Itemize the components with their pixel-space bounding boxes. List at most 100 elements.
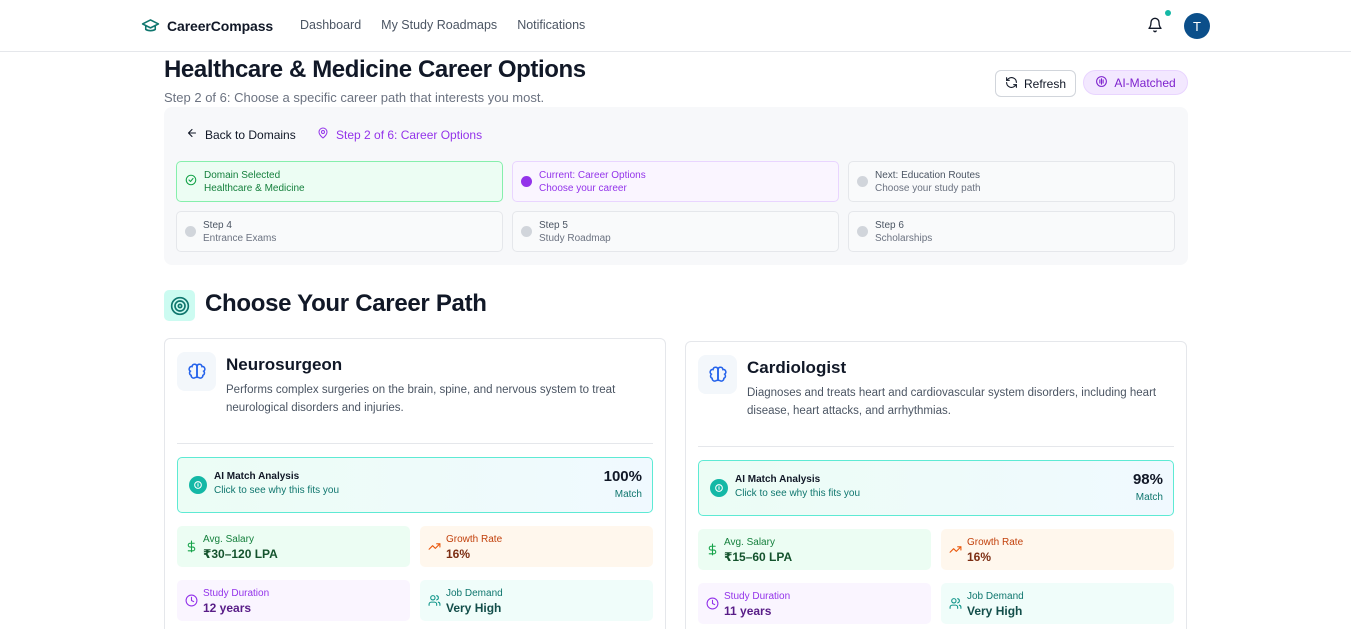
- career-title: Cardiologist: [747, 358, 847, 377]
- brand-logo[interactable]: CareerCompass: [141, 16, 273, 35]
- users-icon: [428, 594, 441, 607]
- match-label: Match: [1135, 492, 1163, 503]
- target-icon: [164, 290, 195, 321]
- salary-label: Avg. Salary: [203, 534, 254, 545]
- step-subtitle: Choose your career: [539, 182, 627, 194]
- dollar-icon: [706, 543, 719, 556]
- nav-link-notifications[interactable]: Notifications: [517, 18, 585, 32]
- step-title: Step 6: [875, 219, 904, 231]
- ai-brain-icon: [189, 476, 207, 494]
- ai-match-title: AI Match Analysis: [735, 474, 821, 485]
- step-title: Step 4: [203, 219, 232, 231]
- salary-value: ₹30–120 LPA: [203, 547, 278, 561]
- step-subtitle: Choose your study path: [875, 182, 981, 194]
- check-circle-icon: [185, 173, 197, 191]
- career-card-neurosurgeon[interactable]: Neurosurgeon Performs complex surgeries …: [164, 338, 666, 629]
- duration-value: 11 years: [724, 604, 772, 618]
- growth-label: Growth Rate: [967, 537, 1024, 548]
- trending-up-icon: [428, 540, 441, 553]
- career-description: Performs complex surgeries on the brain,…: [226, 384, 616, 414]
- demand-value: Very High: [446, 601, 502, 615]
- section-title: Choose Your Career Path: [205, 290, 487, 317]
- ai-match-subtitle: Click to see why this fits you: [214, 485, 340, 496]
- clock-icon: [706, 597, 719, 610]
- duration-label: Study Duration: [203, 588, 270, 599]
- ai-match-analysis[interactable]: AI Match Analysis Click to see why this …: [698, 460, 1174, 516]
- refresh-icon: [1005, 76, 1018, 92]
- step-subtitle: Entrance Exams: [203, 232, 277, 244]
- refresh-label: Refresh: [1023, 76, 1067, 91]
- duration-value: 12 years: [203, 601, 252, 615]
- stat-growth: Growth Rate 16%: [420, 526, 653, 567]
- growth-value: 16%: [446, 547, 471, 561]
- stat-growth: Growth Rate 16%: [941, 529, 1174, 570]
- step-subtitle: Scholarships: [875, 232, 933, 244]
- growth-value: 16%: [967, 550, 992, 564]
- clock-icon: [185, 594, 198, 607]
- current-step-indicator: Step 2 of 6: Career Options: [317, 127, 482, 142]
- stat-salary: Avg. Salary ₹30–120 LPA: [177, 526, 410, 567]
- ai-matched-badge: AI-Matched: [1083, 70, 1188, 95]
- current-step-label: Step 2 of 6: Career Options: [336, 127, 483, 142]
- salary-value: ₹15–60 LPA: [724, 550, 793, 564]
- graduation-cap-icon: [141, 16, 160, 35]
- bell-icon[interactable]: [1147, 17, 1163, 33]
- demand-value: Very High: [967, 604, 1023, 618]
- ai-match-subtitle: Click to see why this fits you: [735, 488, 861, 499]
- step-dot: [857, 226, 868, 237]
- users-icon: [949, 597, 962, 610]
- step-card-6[interactable]: Step 6 Scholarships: [848, 211, 1175, 252]
- notification-dot: [1165, 10, 1171, 16]
- ai-match-analysis[interactable]: AI Match Analysis Click to see why this …: [177, 457, 653, 513]
- match-percent: 100%: [603, 468, 642, 485]
- career-description: Diagnoses and treats heart and cardiovas…: [747, 387, 1157, 417]
- step-subtitle: Study Roadmap: [539, 232, 611, 244]
- stat-duration: Study Duration 12 years: [177, 580, 410, 621]
- back-to-domains-link[interactable]: Back to Domains: [186, 127, 296, 142]
- stat-duration: Study Duration 11 years: [698, 583, 931, 624]
- step-card-3[interactable]: Next: Education Routes Choose your study…: [848, 161, 1175, 202]
- page-title: Healthcare & Medicine Career Options: [164, 56, 586, 83]
- step-card-1[interactable]: Domain Selected Healthcare & Medicine: [176, 161, 503, 202]
- current-step-dot: [521, 176, 532, 187]
- brand-name: CareerCompass: [167, 17, 274, 34]
- map-pin-icon: [317, 127, 329, 142]
- nav-links: Dashboard My Study Roadmaps Notification…: [300, 18, 585, 32]
- match-label: Match: [614, 489, 642, 500]
- step-dot: [857, 176, 868, 187]
- demand-label: Job Demand: [446, 588, 503, 599]
- step-card-5[interactable]: Step 5 Study Roadmap: [512, 211, 839, 252]
- dollar-icon: [185, 540, 198, 553]
- step-title: Domain Selected: [204, 169, 281, 181]
- stat-demand: Job Demand Very High: [941, 583, 1174, 624]
- step-title: Step 5: [539, 219, 568, 231]
- demand-label: Job Demand: [967, 591, 1024, 602]
- step-title: Next: Education Routes: [875, 169, 981, 181]
- top-navbar: CareerCompass Dashboard My Study Roadmap…: [0, 0, 1351, 52]
- ai-match-title: AI Match Analysis: [214, 471, 300, 482]
- avatar[interactable]: T: [1184, 13, 1210, 39]
- stat-salary: Avg. Salary ₹15–60 LPA: [698, 529, 931, 570]
- match-percent: 98%: [1132, 471, 1163, 488]
- card-divider: [698, 446, 1174, 447]
- step-card-2[interactable]: Current: Career Options Choose your care…: [512, 161, 839, 202]
- back-to-domains-label: Back to Domains: [205, 127, 296, 142]
- stat-demand: Job Demand Very High: [420, 580, 653, 621]
- step-card-4[interactable]: Step 4 Entrance Exams: [176, 211, 503, 252]
- duration-label: Study Duration: [724, 591, 791, 602]
- ai-matched-label: AI-Matched: [1114, 75, 1176, 90]
- refresh-button[interactable]: Refresh: [995, 70, 1076, 97]
- step-subtitle: Healthcare & Medicine: [204, 182, 305, 194]
- brain-icon: [698, 355, 737, 394]
- step-dot: [521, 226, 532, 237]
- page-subtitle: Step 2 of 6: Choose a specific career pa…: [164, 90, 545, 105]
- nav-link-study-roadmaps[interactable]: My Study Roadmaps: [381, 18, 497, 32]
- progress-panel: Back to Domains Step 2 of 6: Career Opti…: [164, 107, 1188, 265]
- ai-brain-icon: [710, 479, 728, 497]
- trending-up-icon: [949, 543, 962, 556]
- brain-icon: [177, 352, 216, 391]
- step-dot: [185, 226, 196, 237]
- step-title: Current: Career Options: [539, 169, 646, 181]
- nav-link-dashboard[interactable]: Dashboard: [300, 18, 361, 32]
- career-card-cardiologist[interactable]: Cardiologist Diagnoses and treats heart …: [685, 341, 1187, 629]
